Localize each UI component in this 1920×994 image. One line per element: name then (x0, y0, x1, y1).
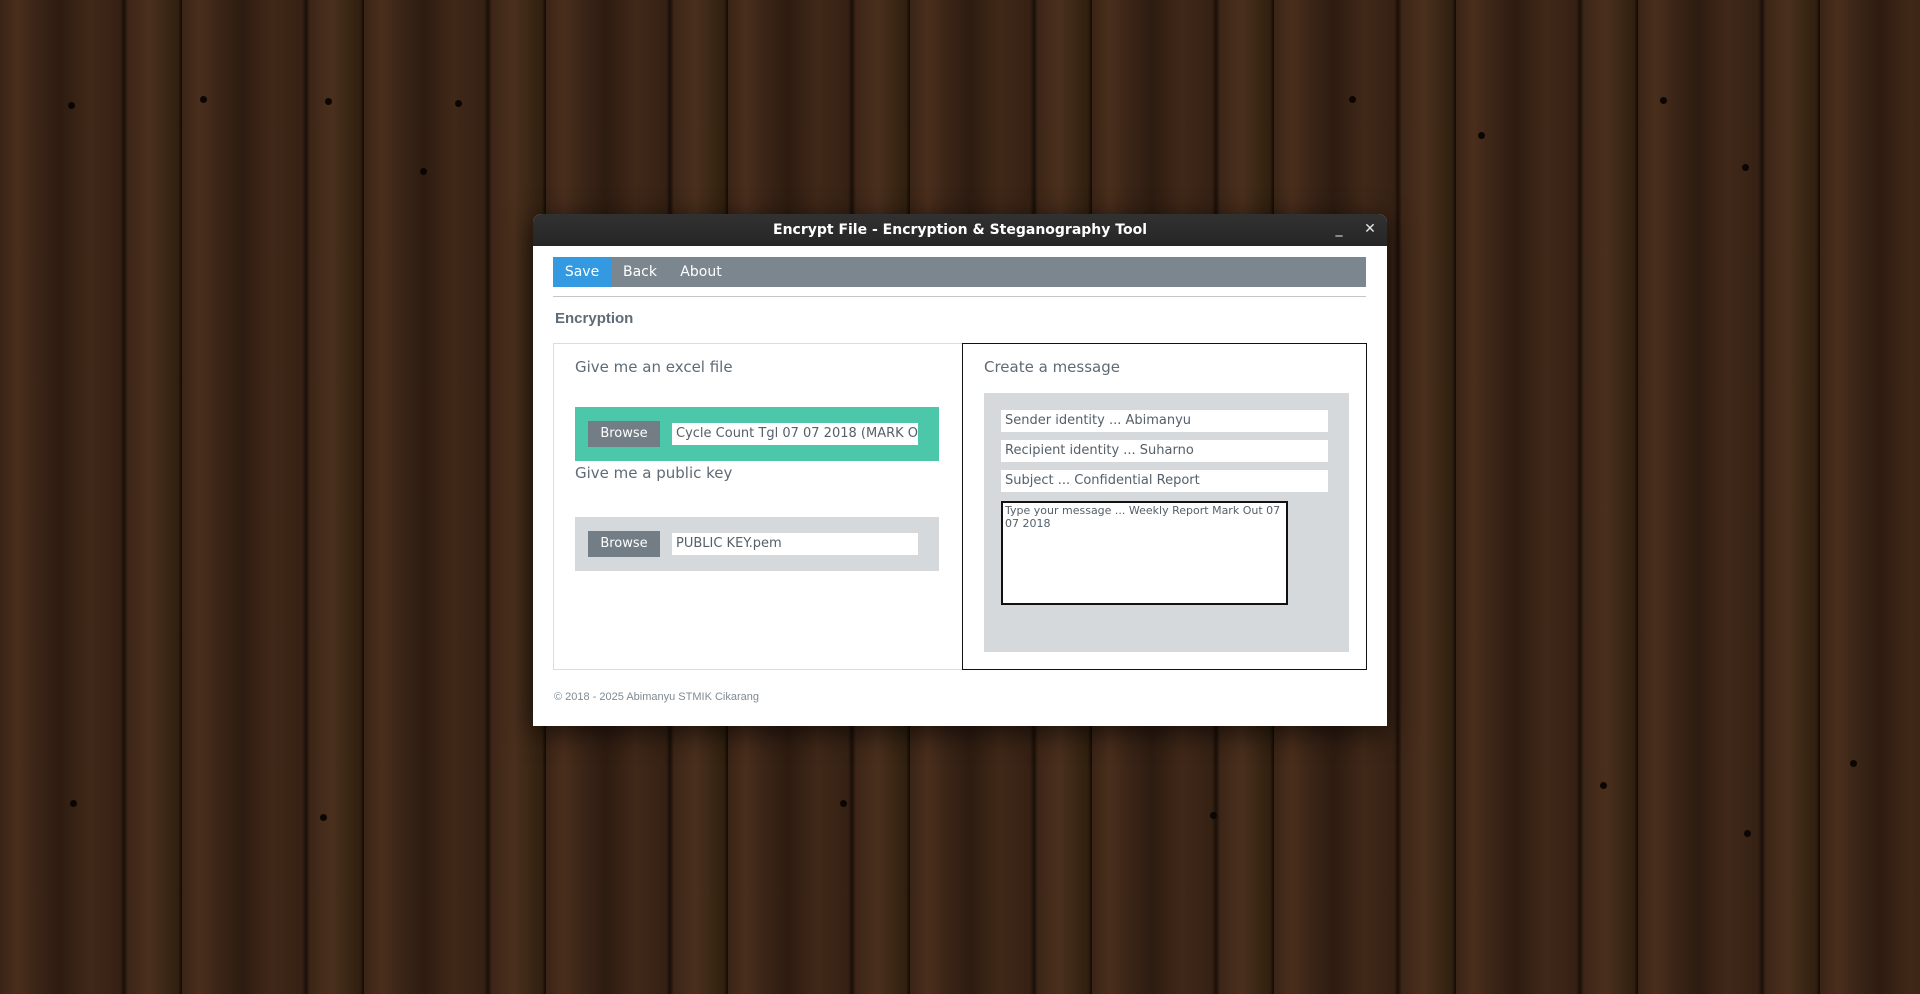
menu-bar: Save Back About (553, 257, 1366, 287)
recipient-field[interactable]: Recipient identity ... Suharno (1001, 440, 1328, 462)
wood-knot (320, 814, 327, 821)
message-textarea[interactable]: Type your message ... Weekly Report Mark… (1001, 501, 1288, 605)
wood-knot (68, 102, 75, 109)
wood-knot (200, 96, 207, 103)
file-panel: Give me an excel file Browse Cycle Count… (553, 343, 962, 670)
message-panel: Create a message Sender identity ... Abi… (962, 343, 1367, 670)
wood-knot (325, 98, 332, 105)
wood-knot (70, 800, 77, 807)
wood-knot (1210, 812, 1217, 819)
create-message-label: Create a message (984, 358, 1120, 376)
excel-file-label: Give me an excel file (575, 358, 733, 376)
divider (553, 296, 1366, 297)
excel-file-row: Browse Cycle Count Tgl 07 07 2018 (MARK … (575, 407, 939, 461)
menu-about[interactable]: About (669, 257, 733, 287)
wood-knot (1600, 782, 1607, 789)
section-heading: Encryption (555, 310, 634, 327)
menu-back[interactable]: Back (611, 257, 669, 287)
app-window: Encrypt File - Encryption & Steganograph… (533, 214, 1387, 726)
wood-knot (1478, 132, 1485, 139)
browse-excel-button[interactable]: Browse (588, 421, 660, 447)
wood-knot (420, 168, 427, 175)
public-key-row: Browse PUBLIC KEY.pem (575, 517, 939, 571)
window-titlebar[interactable]: Encrypt File - Encryption & Steganograph… (533, 214, 1387, 246)
message-form: Sender identity ... Abimanyu Recipient i… (984, 393, 1349, 652)
wood-knot (1742, 164, 1749, 171)
wood-knot (1349, 96, 1356, 103)
wood-knot (1660, 97, 1667, 104)
wood-knot (840, 800, 847, 807)
footer-copyright: © 2018 - 2025 Abimanyu STMIK Cikarang (554, 691, 759, 703)
public-key-input[interactable]: PUBLIC KEY.pem (672, 533, 918, 555)
close-icon[interactable]: ✕ (1359, 214, 1381, 246)
browse-key-button[interactable]: Browse (588, 531, 660, 557)
public-key-label: Give me a public key (575, 464, 733, 482)
minimize-icon[interactable]: _ (1328, 214, 1350, 246)
sender-field[interactable]: Sender identity ... Abimanyu (1001, 410, 1328, 432)
wood-knot (1744, 830, 1751, 837)
wood-knot (455, 100, 462, 107)
excel-file-input[interactable]: Cycle Count Tgl 07 07 2018 (MARK O (672, 423, 918, 445)
subject-field[interactable]: Subject ... Confidential Report (1001, 470, 1328, 492)
wood-knot (1850, 760, 1857, 767)
menu-save[interactable]: Save (553, 257, 611, 287)
window-title: Encrypt File - Encryption & Steganograph… (773, 222, 1147, 238)
